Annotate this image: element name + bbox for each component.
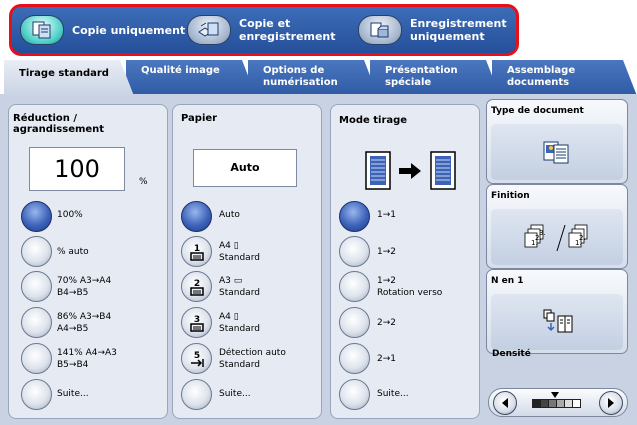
save-only-icon	[358, 15, 402, 45]
n-up-icon	[543, 309, 573, 333]
tab-job-assembly[interactable]: Assemblage documents	[492, 60, 637, 96]
tab-image-quality[interactable]: Qualité image	[126, 60, 256, 96]
option-label: 141% A4→A3 B5→B4	[57, 348, 117, 370]
tab-output-format[interactable]: Présentation spéciale	[370, 60, 500, 96]
button-label: Finition	[491, 191, 530, 201]
density-indicator	[551, 392, 559, 398]
button-label: Type de document	[491, 106, 584, 116]
finishing-preview: 1. 2. 3. 1. 2.	[491, 209, 623, 265]
right-arrow-icon	[608, 398, 614, 408]
mode-bar: Copie uniquement Copie et enregistrement…	[0, 0, 637, 62]
option-label: A3 ▭ Standard	[219, 276, 260, 298]
section-title: Réduction / agrandissement	[13, 113, 105, 135]
option-label: 86% A3→B4 A4→B5	[57, 312, 112, 334]
collation-icon: 1. 2. 3. 1. 2.	[524, 224, 588, 252]
mode-save-only[interactable]: Enregistrement uniquement	[358, 7, 507, 53]
document-type-button[interactable]: Type de document	[486, 99, 628, 184]
svg-text:3.: 3.	[539, 229, 546, 237]
density-lighter-button[interactable]	[493, 391, 517, 415]
mode-copy-only[interactable]: Copie uniquement	[20, 7, 185, 53]
option-auto-percent[interactable]	[21, 236, 52, 267]
option-label: 70% A3→A4 B4→B5	[57, 276, 112, 298]
n-up-preview	[491, 294, 623, 350]
paper-bypass-tray-5[interactable]: 5	[181, 343, 212, 374]
paper-auto[interactable]	[181, 201, 212, 232]
section-title: Mode tirage	[339, 115, 408, 126]
button-label: N en 1	[491, 276, 524, 286]
option-label: 100%	[57, 210, 83, 220]
paper-value-field[interactable]: Auto	[193, 149, 297, 187]
option-label: 1→1	[377, 210, 396, 220]
density-control	[488, 388, 628, 417]
mode-label: Copie et enregistrement	[239, 17, 336, 43]
option-141-percent[interactable]	[21, 343, 52, 374]
left-arrow-icon	[502, 398, 508, 408]
sides-1-to-2-rotate[interactable]	[339, 271, 370, 302]
one-to-one-sided-icon	[365, 151, 456, 190]
paper-section: Papier Auto Auto 1 A4 ▯ Standard 2 A3 ▭ …	[172, 104, 322, 419]
tab-bar: Tirage standard Qualité image Options de…	[0, 60, 637, 96]
paper-tray-3[interactable]: 3	[181, 307, 212, 338]
option-70-percent[interactable]	[21, 271, 52, 302]
option-more-ratios[interactable]	[21, 379, 52, 410]
option-label: 1→2 Rotation verso	[377, 276, 443, 298]
section-title: Papier	[181, 113, 218, 124]
main-panel: Réduction / agrandissement 100 % 100% % …	[0, 94, 637, 425]
option-label: Détection auto Standard	[219, 348, 286, 370]
finishing-button[interactable]: Finition 1. 2. 3. 1. 2.	[486, 184, 628, 269]
n-up-button[interactable]: N en 1	[486, 269, 628, 354]
paper-more[interactable]	[181, 379, 212, 410]
percent-unit: %	[139, 177, 148, 187]
option-label: Auto	[219, 210, 240, 220]
reduction-enlarge-section: Réduction / agrandissement 100 % 100% % …	[8, 104, 168, 419]
mode-label: Copie uniquement	[72, 23, 186, 37]
density-label: Densité	[492, 349, 531, 359]
copy-save-icon	[187, 15, 231, 45]
tray-1-icon: 1	[189, 244, 204, 261]
bypass-tray-icon: 5	[190, 351, 204, 367]
mode-selector: Copie uniquement Copie et enregistrement…	[9, 4, 519, 56]
option-label: Suite...	[219, 389, 251, 399]
sides-2-to-2[interactable]	[339, 307, 370, 338]
density-scale	[532, 399, 581, 408]
paper-tray-1[interactable]: 1	[181, 236, 212, 267]
sides-1-to-2[interactable]	[339, 236, 370, 267]
option-label: 1→2	[377, 247, 396, 257]
density-darker-button[interactable]	[599, 391, 623, 415]
tab-standard-copy[interactable]: Tirage standard	[4, 60, 134, 96]
option-86-percent[interactable]	[21, 307, 52, 338]
svg-text:2.: 2.	[579, 234, 586, 242]
option-label: A4 ▯ Standard	[219, 312, 260, 334]
ratio-value-field[interactable]: 100	[29, 147, 125, 191]
option-100-percent[interactable]	[21, 201, 52, 232]
photo-text-icon	[543, 141, 569, 164]
sides-2-to-1[interactable]	[339, 343, 370, 374]
sides-mode-section: Mode tirage 1→1 1→2 1→2 Rotation verso 2…	[330, 104, 480, 419]
tray-2-icon: 2	[189, 279, 204, 296]
option-label: Suite...	[377, 389, 409, 399]
sides-1-to-1[interactable]	[339, 201, 370, 232]
document-type-preview	[491, 124, 623, 180]
tray-3-icon: 3	[189, 315, 204, 332]
mode-label: Enregistrement uniquement	[410, 17, 507, 43]
mode-copy-and-save[interactable]: Copie et enregistrement	[187, 7, 336, 53]
tab-scan-options[interactable]: Options de numérisation	[248, 60, 378, 96]
option-label: A4 ▯ Standard	[219, 241, 260, 263]
option-label: % auto	[57, 247, 89, 257]
copy-icon	[20, 15, 64, 45]
paper-tray-2[interactable]: 2	[181, 271, 212, 302]
option-label: 2→1	[377, 354, 396, 364]
tray-number: 5	[193, 351, 199, 361]
option-label: Suite...	[57, 389, 89, 399]
option-label: 2→2	[377, 318, 396, 328]
sides-more[interactable]	[339, 379, 370, 410]
